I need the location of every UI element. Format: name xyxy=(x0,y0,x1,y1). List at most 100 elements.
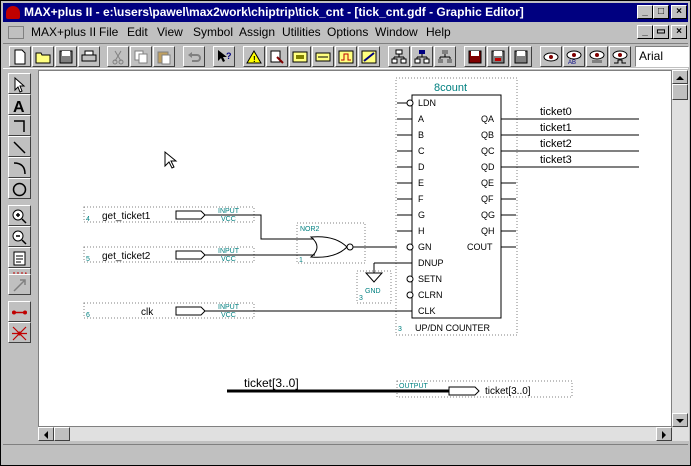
vertical-scrollbar[interactable] xyxy=(672,70,689,441)
node-connect-button[interactable] xyxy=(8,322,31,343)
scroll-down-button[interactable] xyxy=(672,413,688,427)
pin-type-get-ticket1: INPUT xyxy=(218,208,240,215)
diagonal-line-icon xyxy=(13,141,26,154)
font-name-field[interactable]: Arial xyxy=(635,46,689,67)
pin-e: E xyxy=(418,178,424,188)
hierarchy-tree-icon xyxy=(438,50,452,63)
scroll-left-button[interactable] xyxy=(38,427,54,441)
output-bus[interactable]: ticket[3..0] OUTPUT ticket[3..0] xyxy=(227,376,531,397)
orthogonal-line-button[interactable] xyxy=(8,115,31,136)
nor-gate[interactable]: NOR2 1 xyxy=(299,226,354,264)
menu-edit[interactable]: Edit xyxy=(127,23,148,42)
doc-close-button[interactable]: × xyxy=(671,25,687,39)
menu-file[interactable]: File xyxy=(99,23,118,42)
hierarchy-tree-button[interactable] xyxy=(434,46,456,67)
warning-button[interactable]: ! xyxy=(243,46,265,67)
pin-qh: QH xyxy=(481,226,495,236)
floppy-icon xyxy=(59,50,73,64)
arc-tool-button[interactable] xyxy=(8,157,31,178)
new-file-button[interactable] xyxy=(9,46,31,67)
nor-label: NOR2 xyxy=(300,226,320,233)
fit-page-button[interactable] xyxy=(8,247,31,268)
hierarchy-display-button[interactable] xyxy=(388,46,410,67)
arc-icon xyxy=(13,162,26,175)
doc-icon[interactable] xyxy=(8,26,24,39)
scroll-right-button[interactable] xyxy=(656,427,672,441)
circle-tool-button[interactable] xyxy=(8,178,31,199)
cut-button[interactable] xyxy=(107,46,129,67)
counter-symbol[interactable]: 8count UP/DN COUNTER 3 LDN A B C D E F G… xyxy=(397,82,516,333)
menu-window[interactable]: Window xyxy=(375,23,418,42)
hierarchy-up-button[interactable] xyxy=(266,46,288,67)
zoom-out-button[interactable] xyxy=(8,226,31,247)
maximize-button[interactable]: □ xyxy=(653,5,669,19)
save-button[interactable] xyxy=(55,46,77,67)
doc-minimize-button[interactable]: _ xyxy=(637,25,653,39)
menu-help[interactable]: Help xyxy=(426,23,451,42)
compiler-button[interactable] xyxy=(312,46,334,67)
open-simulate-button[interactable]: AB xyxy=(563,46,585,67)
counter-instance: 3 xyxy=(398,326,402,333)
project-save-compile-button[interactable] xyxy=(487,46,509,67)
save-compile-icon xyxy=(491,50,505,64)
menu-view[interactable]: View xyxy=(157,23,183,42)
pin-qf: QF xyxy=(481,194,494,204)
counter-name: 8count xyxy=(434,82,467,94)
hierarchy-project-button[interactable] xyxy=(411,46,433,67)
zoom-in-button[interactable] xyxy=(8,205,31,226)
minimize-button[interactable]: _ xyxy=(637,5,653,19)
schematic-drawing: 8count UP/DN COUNTER 3 LDN A B C D E F G… xyxy=(83,77,639,398)
rubberband-button[interactable] xyxy=(8,274,31,295)
undo-icon xyxy=(188,52,201,62)
diagonal-line-button[interactable] xyxy=(8,136,31,157)
save-simulate-icon xyxy=(514,50,528,64)
open-compile-button[interactable] xyxy=(540,46,562,67)
undo-button[interactable] xyxy=(183,46,205,67)
horizontal-scrollbar[interactable] xyxy=(38,427,672,441)
open-waveform-button[interactable] xyxy=(609,46,631,67)
connect-dot-button[interactable] xyxy=(8,301,31,322)
copy-button[interactable] xyxy=(130,46,152,67)
menu-utilities[interactable]: Utilities xyxy=(282,23,321,42)
paste-button[interactable] xyxy=(153,46,175,67)
pin-dnup: DNUP xyxy=(418,258,444,268)
gnd-symbol[interactable]: GND 3 xyxy=(359,263,384,302)
menu-options[interactable]: Options xyxy=(327,23,368,42)
copy-icon xyxy=(134,50,148,64)
close-button[interactable]: × xyxy=(671,5,687,19)
menu-maxplus[interactable]: MAX+plus II xyxy=(31,23,96,42)
open-timing-button[interactable] xyxy=(586,46,608,67)
scissors-icon xyxy=(112,50,124,65)
text-tool-button[interactable]: A xyxy=(8,94,31,115)
project-save-simulate-button[interactable] xyxy=(510,46,532,67)
horizontal-scroll-thumb[interactable] xyxy=(54,427,70,441)
orthogonal-line-icon xyxy=(14,120,25,132)
doc-restore-button[interactable]: ▭ xyxy=(653,25,669,39)
arrow-left-icon xyxy=(44,431,48,439)
pin-vcc-clk: VCC xyxy=(221,312,236,319)
menu-symbol[interactable]: Symbol xyxy=(193,23,233,42)
pin-c: C xyxy=(418,146,425,156)
menu-assign[interactable]: Assign xyxy=(239,23,275,42)
nor-instance: 1 xyxy=(299,257,303,264)
maxplus-app-icon[interactable] xyxy=(6,6,20,19)
help-pointer-button[interactable]: ? xyxy=(213,46,235,67)
simulator-icon xyxy=(338,50,354,64)
pin-d: D xyxy=(418,162,425,172)
mouse-cursor-icon xyxy=(164,150,178,169)
scroll-up-button[interactable] xyxy=(672,70,688,84)
selection-tool-button[interactable] xyxy=(8,73,31,94)
project-save-check-button[interactable] xyxy=(464,46,486,67)
pin-clrn: CLRN xyxy=(418,290,443,300)
graphic-editor-canvas[interactable]: 8count UP/DN COUNTER 3 LDN A B C D E F G… xyxy=(38,70,672,427)
floorplan-button[interactable] xyxy=(289,46,311,67)
arrow-down-icon xyxy=(676,419,684,423)
vertical-scroll-thumb[interactable] xyxy=(672,84,688,100)
open-folder-icon xyxy=(35,52,51,64)
print-button[interactable] xyxy=(78,46,100,67)
warning-icon: ! xyxy=(246,50,262,64)
simulator-button[interactable] xyxy=(335,46,357,67)
timing-button[interactable] xyxy=(358,46,380,67)
open-file-button[interactable] xyxy=(32,46,54,67)
title-bar[interactable]: MAX+plus II - e:\users\pawel\max2work\ch… xyxy=(3,3,688,22)
